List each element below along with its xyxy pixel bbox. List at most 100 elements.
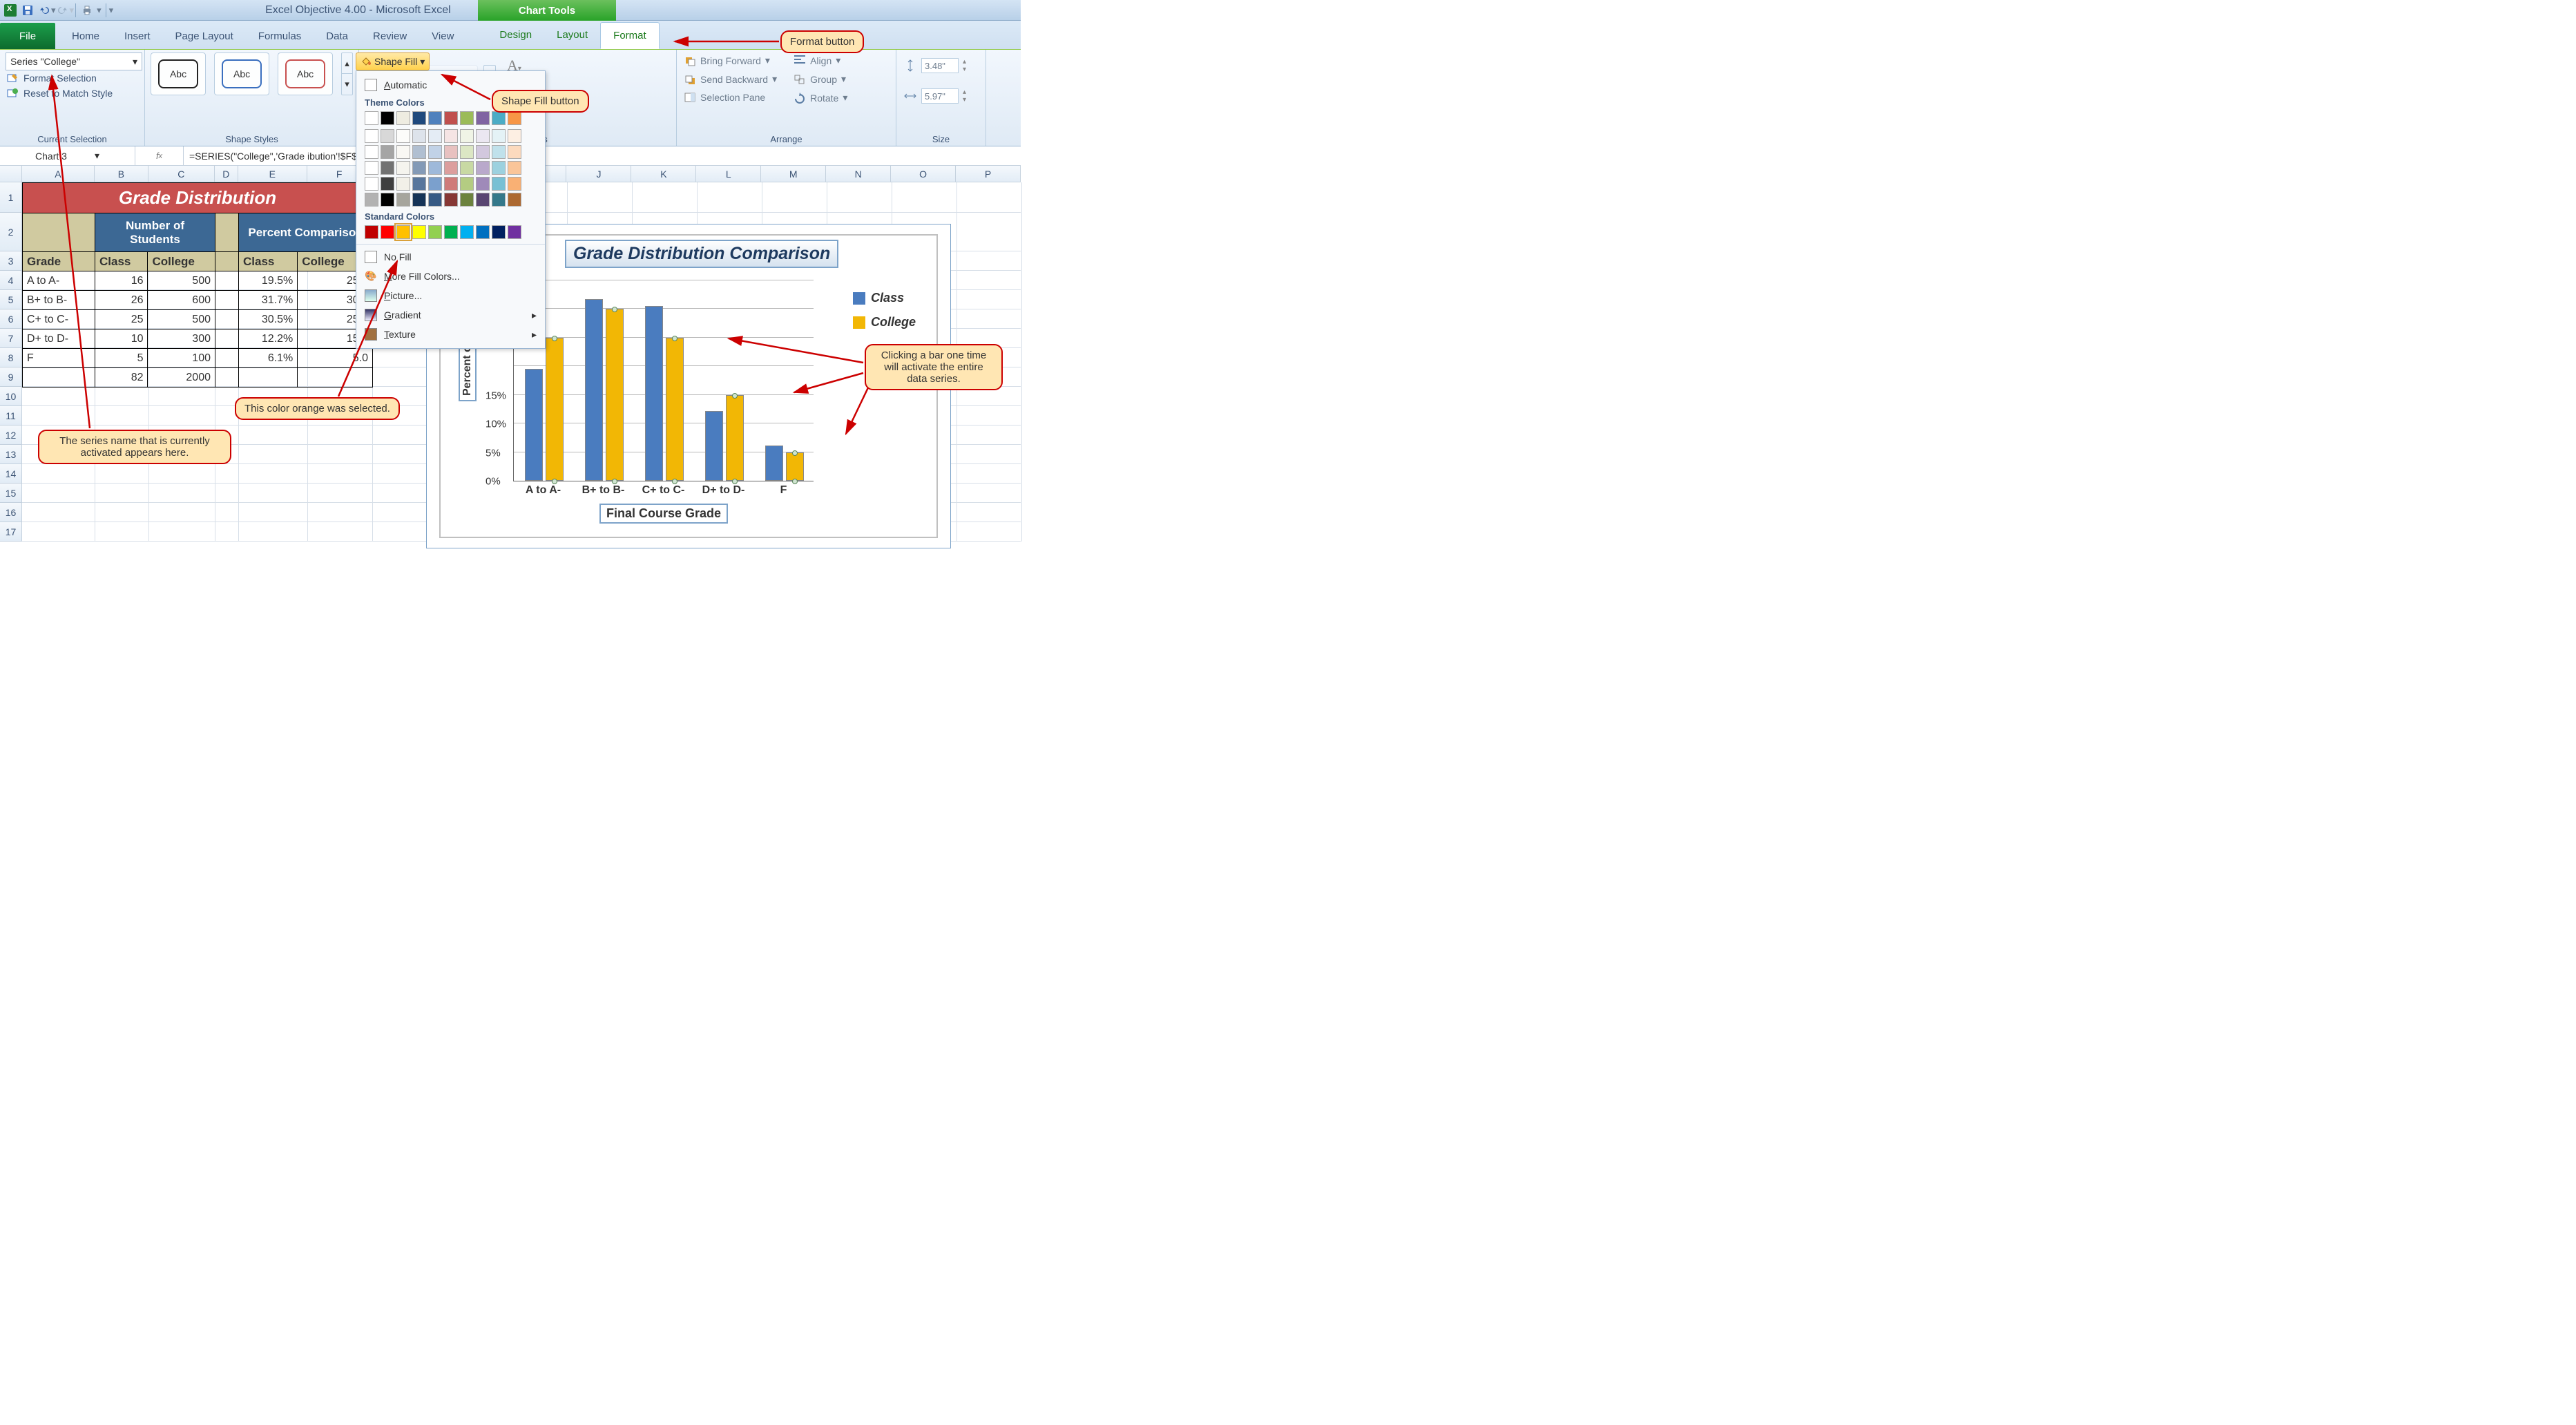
swatch[interactable] [381,129,394,143]
qat-customize[interactable]: ▾ [109,5,114,16]
row-header-10[interactable]: 10 [0,387,22,406]
redo-button[interactable] [55,3,70,18]
swatch[interactable] [428,145,442,159]
name-box[interactable]: Chart 3▾ [0,146,135,165]
swatch[interactable] [508,193,521,207]
col-header-P[interactable]: P [956,166,1021,182]
row-header-15[interactable]: 15 [0,484,22,503]
chart-legend[interactable]: Class College [853,291,916,339]
shape-fill-button[interactable]: Shape Fill▾ [356,52,430,70]
swatch[interactable] [492,161,506,175]
swatch[interactable] [476,161,490,175]
swatch[interactable] [396,161,410,175]
swatch[interactable] [492,177,506,191]
swatch[interactable] [412,161,426,175]
swatch[interactable] [492,193,506,207]
swatch[interactable] [508,145,521,159]
swatch[interactable] [508,225,521,239]
swatch[interactable] [365,193,378,207]
rotate-button[interactable]: Rotate ▾ [792,90,849,106]
tab-view[interactable]: View [419,23,466,49]
swatch[interactable] [428,129,442,143]
chart-title[interactable]: Grade Distribution Comparison [565,240,838,268]
swatch[interactable] [476,145,490,159]
bar-class-4[interactable] [765,446,783,481]
shape-styles-scrollbar[interactable]: ▴▾ [341,52,353,95]
swatch[interactable] [460,225,474,239]
col-header-M[interactable]: M [761,166,826,182]
swatch[interactable] [444,177,458,191]
selection-pane-button[interactable]: Selection Pane [682,90,778,105]
swatch[interactable] [492,145,506,159]
col-header-K[interactable]: K [631,166,696,182]
row-header-5[interactable]: 5 [0,290,22,309]
selection-handle[interactable] [552,479,557,484]
row-header-6[interactable]: 6 [0,309,22,329]
shape-style-2[interactable]: Abc [214,52,269,95]
shape-style-3[interactable]: Abc [278,52,333,95]
col-header-J[interactable]: J [566,166,631,182]
col-header-E[interactable]: E [238,166,307,182]
row-header-1[interactable]: 1 [0,182,22,213]
group-button[interactable]: Group ▾ [792,71,849,87]
swatch[interactable] [381,161,394,175]
col-header-O[interactable]: O [891,166,956,182]
tab-page-layout[interactable]: Page Layout [163,23,246,49]
bar-class-3[interactable] [705,411,723,481]
shape-style-1[interactable]: Abc [151,52,206,95]
row-header-3[interactable]: 3 [0,251,22,271]
selection-handle[interactable] [732,393,738,399]
bring-forward-button[interactable]: Bring Forward ▾ [682,52,778,68]
selection-handle[interactable] [792,450,798,456]
undo-button[interactable] [37,3,52,18]
row-header-14[interactable]: 14 [0,464,22,484]
fill-texture[interactable]: Texture▸ [356,325,545,344]
swatch[interactable] [428,193,442,207]
swatch[interactable] [460,161,474,175]
swatch[interactable] [444,161,458,175]
col-header-C[interactable]: C [148,166,215,182]
col-header-N[interactable]: N [826,166,891,182]
swatch[interactable] [365,129,378,143]
swatch[interactable] [365,225,378,239]
file-tab[interactable]: File [0,23,55,49]
swatch[interactable] [508,161,521,175]
swatch[interactable] [381,193,394,207]
redo-dropdown[interactable]: ▾ [70,5,75,16]
swatch[interactable] [476,111,490,125]
swatch[interactable] [412,129,426,143]
tab-data[interactable]: Data [314,23,361,49]
swatch[interactable] [492,111,506,125]
swatch[interactable] [396,111,410,125]
col-header-A[interactable]: A [22,166,95,182]
tab-layout[interactable]: Layout [544,22,600,49]
row-header-12[interactable]: 12 [0,425,22,445]
swatch[interactable] [396,177,410,191]
row-header-2[interactable]: 2 [0,213,22,251]
swatch[interactable] [444,225,458,239]
swatch[interactable] [444,111,458,125]
shape-height-input[interactable]: 3.48" [921,58,959,73]
print-button[interactable] [79,3,95,18]
swatch[interactable] [508,177,521,191]
col-header-L[interactable]: L [696,166,761,182]
swatch[interactable] [508,129,521,143]
swatch[interactable] [444,145,458,159]
bar-class-2[interactable] [645,306,663,481]
swatch[interactable] [476,193,490,207]
select-all-corner[interactable] [0,166,22,182]
tab-home[interactable]: Home [59,23,112,49]
selection-handle[interactable] [612,307,617,312]
shape-width-input[interactable]: 5.97" [921,88,959,104]
format-selection-button[interactable]: Format Selection [6,70,139,86]
fill-picture[interactable]: Picture... [356,286,545,305]
selection-handle[interactable] [672,336,677,341]
swatch[interactable] [396,129,410,143]
swatch[interactable] [365,111,378,125]
swatch[interactable] [381,145,394,159]
selection-handle[interactable] [792,479,798,484]
swatch[interactable] [476,177,490,191]
swatch[interactable] [365,177,378,191]
swatch[interactable] [412,177,426,191]
selection-handle[interactable] [552,336,557,341]
